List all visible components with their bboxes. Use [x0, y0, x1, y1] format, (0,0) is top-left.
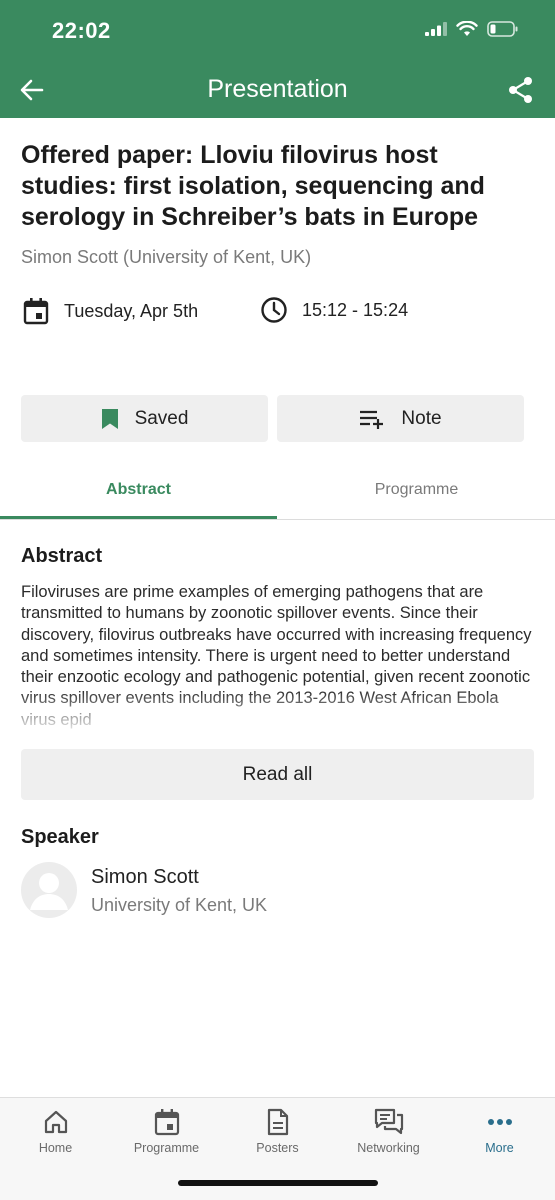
presentation-title: Offered paper: Lloviu filovirus host stu… [21, 141, 485, 231]
clock-icon [261, 297, 287, 323]
status-time: 22:02 [52, 18, 111, 43]
tab-abstract[interactable]: Abstract [0, 470, 277, 519]
share-button[interactable] [505, 74, 537, 106]
tab-bar: Abstract Programme [0, 470, 555, 520]
nav-more[interactable]: More [444, 1108, 555, 1158]
more-dots-icon [487, 1119, 512, 1125]
date-time-row: Tuesday, Apr 5th 15:12 - 15:24 [22, 296, 522, 328]
app-bar: Presentation [0, 62, 555, 118]
saved-button[interactable]: Saved [21, 395, 268, 442]
person-placeholder-icon [30, 873, 68, 910]
speaker-heading: Speaker [21, 826, 99, 848]
add-note-icon [360, 410, 384, 429]
abstract-fade-overlay [21, 690, 536, 734]
nav-posters-label: Posters [256, 1141, 299, 1155]
nav-home[interactable]: Home [0, 1108, 111, 1158]
presentation-date: Tuesday, Apr 5th [64, 300, 199, 321]
nav-networking[interactable]: Networking [333, 1108, 444, 1158]
cellular-signal-icon [425, 22, 447, 36]
tab-programme[interactable]: Programme [278, 470, 555, 519]
document-icon [267, 1108, 288, 1136]
page-title: Presentation [207, 75, 348, 103]
wifi-icon [456, 21, 478, 36]
nav-programme[interactable]: Programme [111, 1108, 222, 1158]
avatar [21, 862, 77, 918]
chat-icon [374, 1108, 403, 1135]
calendar-icon [154, 1109, 179, 1136]
speaker-name: Simon Scott [91, 866, 199, 888]
battery-icon [487, 21, 518, 37]
nav-more-label: More [485, 1141, 514, 1155]
home-icon [44, 1110, 67, 1134]
saved-label: Saved [134, 407, 189, 429]
nav-networking-label: Networking [357, 1141, 420, 1155]
abstract-heading: Abstract [21, 545, 103, 567]
nav-home-label: Home [38, 1141, 73, 1155]
time-item: 15:12 - 15:24 [260, 296, 408, 324]
nav-programme-label: Programme [133, 1141, 200, 1155]
date-item: Tuesday, Apr 5th [22, 296, 198, 326]
share-icon [509, 77, 532, 103]
nav-posters[interactable]: Posters [222, 1108, 333, 1158]
note-label: Note [401, 407, 442, 429]
read-all-button[interactable]: Read all [21, 749, 534, 800]
presentation-author: Simon Scott (University of Kent, UK) [21, 247, 312, 267]
status-icons [425, 21, 519, 37]
speaker-item[interactable]: Simon Scott University of Kent, UK [21, 862, 521, 922]
calendar-icon [23, 298, 49, 325]
bookmark-icon [101, 408, 118, 429]
home-indicator [178, 1180, 378, 1186]
note-button[interactable]: Note [277, 395, 524, 442]
status-bar: 22:02 [0, 0, 555, 62]
speaker-organization: University of Kent, UK [91, 895, 268, 915]
presentation-time: 15:12 - 15:24 [302, 299, 409, 320]
